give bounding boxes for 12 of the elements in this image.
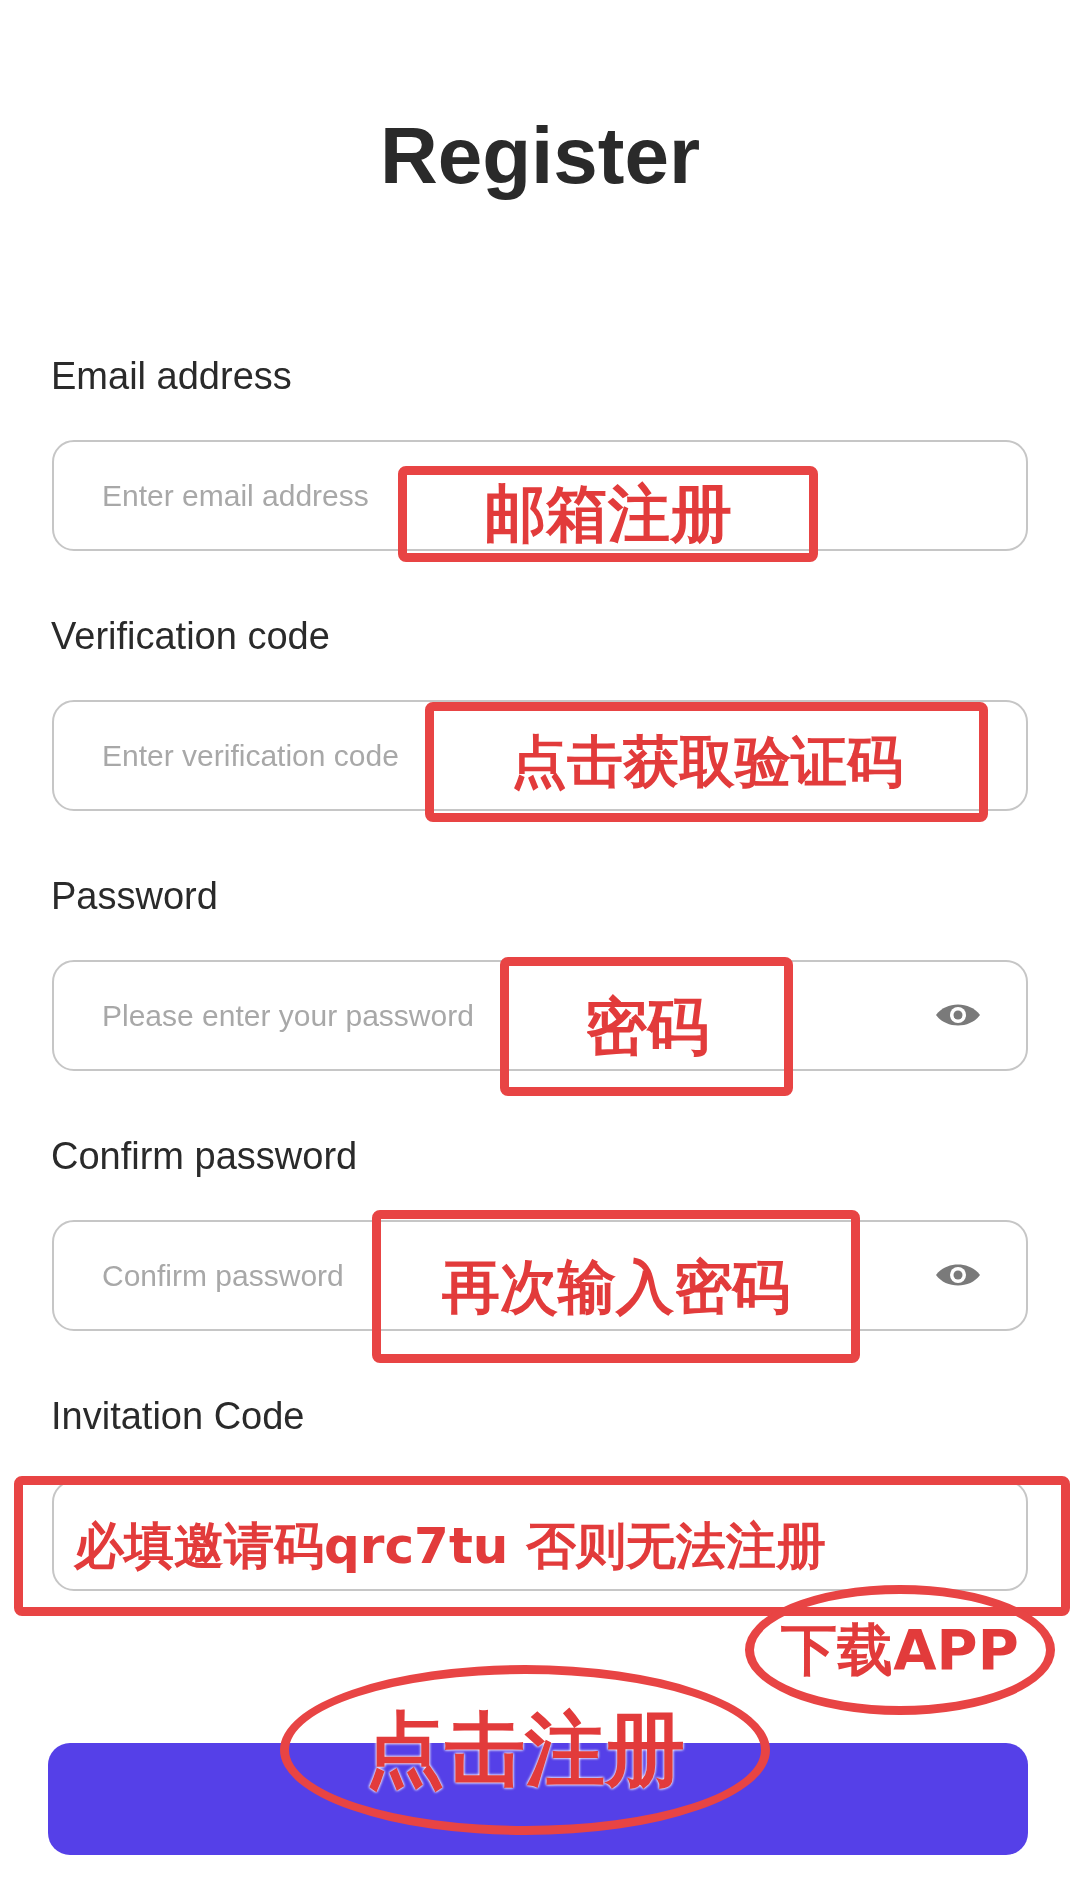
annotation-text: 必填邀请码qrc7tu 否则无法注册 — [74, 1521, 826, 1571]
annotation-text: 下载APP — [781, 1622, 1019, 1678]
field-label: Confirm password — [51, 1134, 358, 1178]
field-label: Invitation Code — [51, 1394, 305, 1438]
annotation-text: 密码 — [584, 995, 709, 1058]
field-label: Verification code — [51, 614, 330, 658]
page-title: Register — [378, 110, 702, 202]
annotation-text: 邮箱注册 — [484, 483, 732, 545]
annotation-text: 再次输入密码 — [442, 1257, 790, 1316]
field-label: Email address — [51, 354, 292, 398]
annotation-text: 点击获取验证码 — [510, 734, 903, 790]
field-label: Password — [51, 874, 218, 918]
